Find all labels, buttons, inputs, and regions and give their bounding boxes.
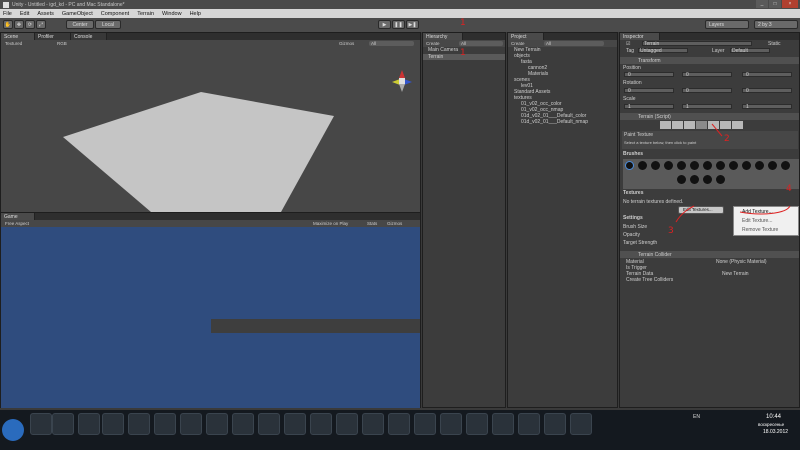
taskbar-app-icon[interactable] — [362, 413, 384, 435]
taskbar-app-icon[interactable] — [128, 413, 150, 435]
taskbar-app-icon[interactable] — [258, 413, 280, 435]
taskbar-app-icon[interactable] — [232, 413, 254, 435]
taskbar-app-icon[interactable] — [284, 413, 306, 435]
taskbar-app-icon[interactable] — [154, 413, 176, 435]
taskbar-app-icon[interactable] — [30, 413, 52, 435]
taskbar: EN 10:44 воскресенье 18.03.2012 — [0, 410, 800, 450]
taskbar-app-icon[interactable] — [518, 413, 540, 435]
clock-day: воскресенье — [758, 422, 785, 427]
taskbar-app-icon[interactable] — [492, 413, 514, 435]
taskbar-app-icon[interactable] — [206, 413, 228, 435]
clock-date: 18.03.2012 — [763, 429, 789, 435]
taskbar-app-icon[interactable] — [388, 413, 410, 435]
taskbar-app-icon[interactable] — [52, 413, 74, 435]
taskbar-app-icon[interactable] — [180, 413, 202, 435]
taskbar-app-icon[interactable] — [544, 413, 566, 435]
clock-time[interactable]: 10:44 — [766, 414, 781, 420]
taskbar-app-icon[interactable] — [440, 413, 462, 435]
start-button[interactable] — [2, 419, 24, 441]
language-indicator[interactable]: EN — [693, 414, 700, 420]
annotation-strokes — [675, 123, 791, 223]
taskbar-app-icon[interactable] — [78, 413, 100, 435]
taskbar-app-icon[interactable] — [414, 413, 436, 435]
taskbar-app-icon[interactable] — [570, 413, 592, 435]
taskbar-app-icon[interactable] — [466, 413, 488, 435]
taskbar-app-icon[interactable] — [336, 413, 358, 435]
taskbar-app-icon[interactable] — [310, 413, 332, 435]
taskbar-app-icon[interactable] — [102, 413, 124, 435]
